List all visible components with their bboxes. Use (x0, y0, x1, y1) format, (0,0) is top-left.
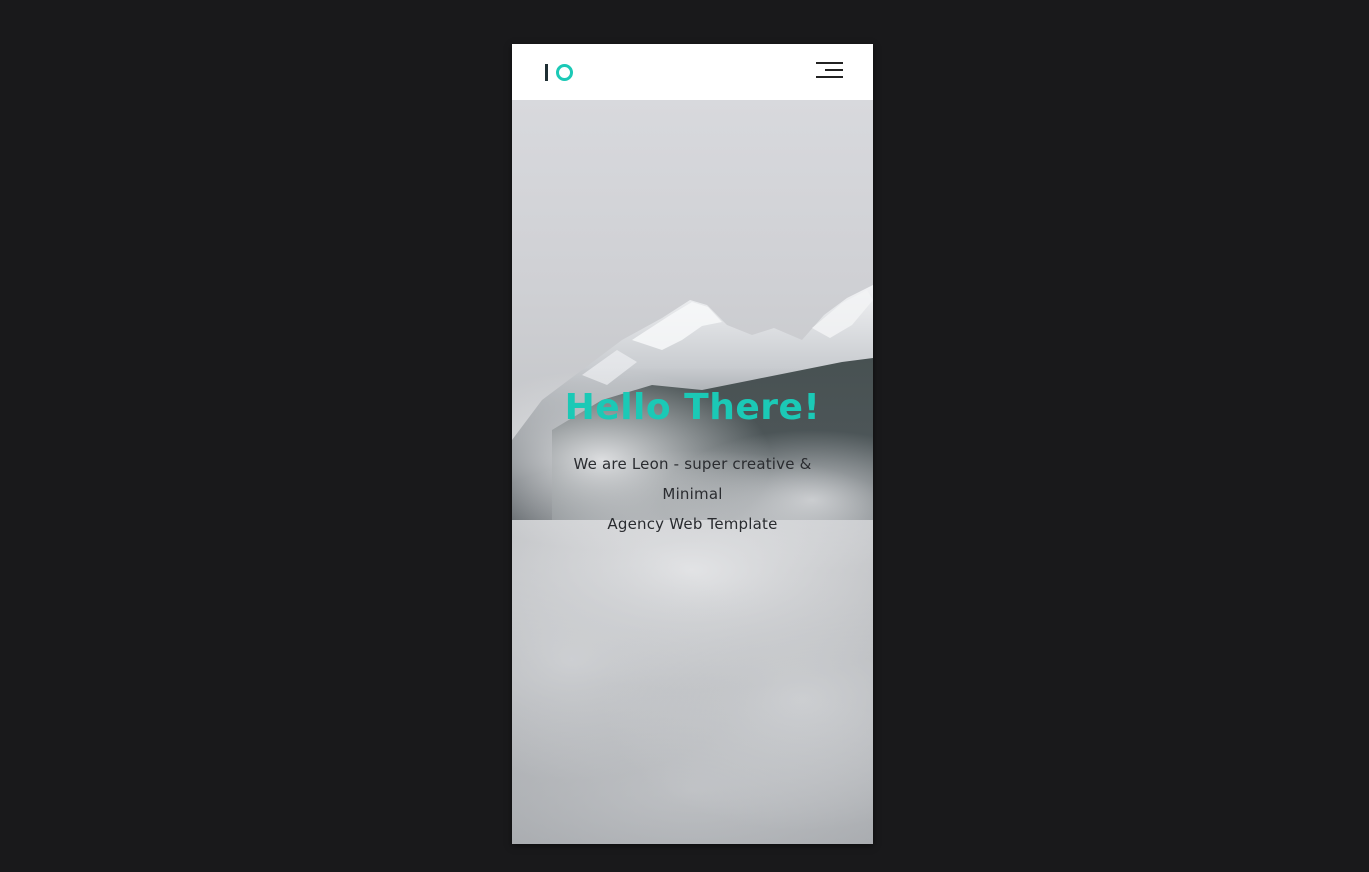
hero-subtitle-line: Minimal (662, 485, 723, 504)
hero-section: Hello There! We are Leon - super creativ… (512, 100, 873, 844)
navbar (512, 44, 873, 100)
hero-title: Hello There! (564, 387, 821, 428)
hero-subtitle-line: Agency Web Template (607, 515, 778, 534)
menu-line (816, 76, 843, 78)
menu-line (825, 69, 843, 71)
hamburger-menu-icon[interactable] (816, 61, 843, 79)
hero-subtitle: We are Leon - super creative & Minimal A… (558, 449, 828, 539)
brand-logo[interactable] (545, 62, 573, 82)
hero-content: Hello There! We are Leon - super creativ… (512, 386, 873, 539)
menu-line (816, 62, 843, 64)
logo-bar-icon (545, 63, 548, 81)
hero-subtitle-line: We are Leon - super creative & (573, 455, 812, 474)
mobile-viewport: Hello There! We are Leon - super creativ… (512, 44, 873, 844)
logo-ring-icon (556, 63, 573, 81)
